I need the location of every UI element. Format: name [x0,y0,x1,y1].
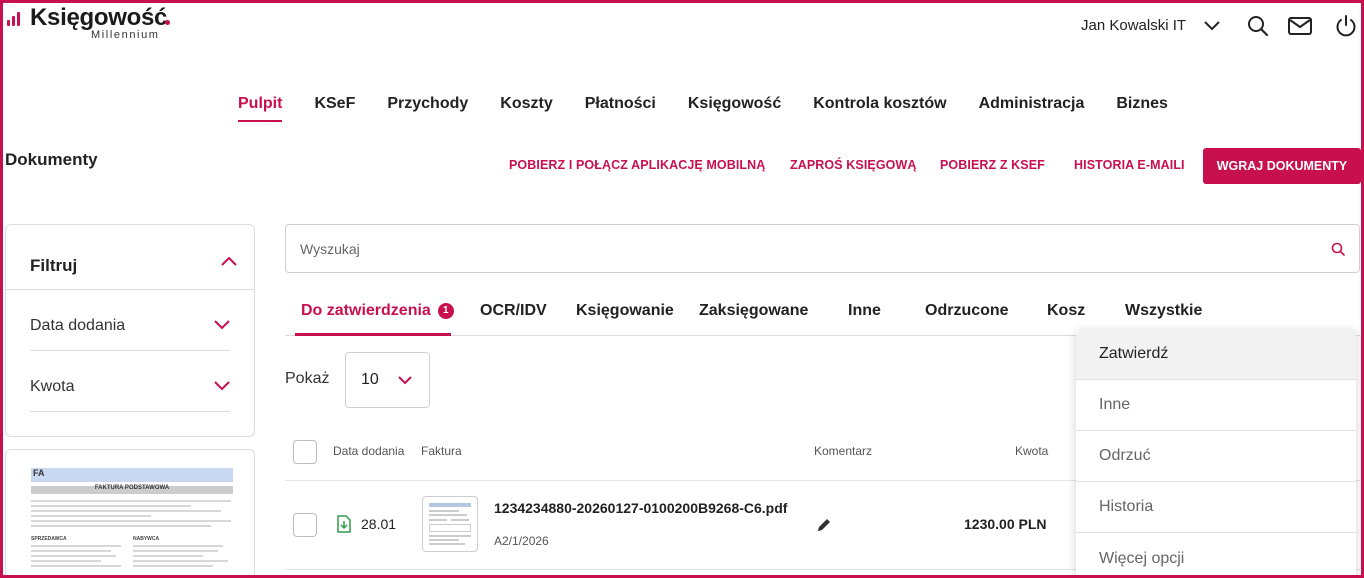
search-icon[interactable] [1330,241,1346,257]
page-size-value: 10 [361,371,379,388]
page-title: Dokumenty [5,150,98,169]
menu-item-more-options[interactable]: Więcej opcji [1076,533,1356,578]
nav-item-biznes[interactable]: Biznes [1116,95,1168,122]
active-tab-indicator [295,333,451,336]
select-all-checkbox[interactable] [293,440,317,464]
filter-title: Filtruj [30,256,78,275]
main-nav: Pulpit KSeF Przychody Koszty Płatności K… [238,95,1200,122]
menu-item-history[interactable]: Historia [1076,482,1356,533]
tab-label: Do zatwierdzenia [301,302,431,319]
invoice-filename[interactable]: 1234234880-20260127-0100200B9268-C6.pdf [494,500,787,516]
nav-item-ksiegowosc[interactable]: Księgowość [688,95,781,122]
tab-do-zatwierdzenia[interactable]: Do zatwierdzenia 1 [301,302,454,320]
preview-header-band [31,468,233,482]
preview-seller-label: SPRZEDAWCA [31,536,67,542]
column-header-amount[interactable]: Kwota [1015,444,1048,458]
tab-zaksiegowane[interactable]: Zaksięgowane [699,302,808,320]
preview-doc-title: FAKTURA PODSTAWOWA [94,485,170,491]
invoice-thumbnail[interactable] [422,496,478,552]
logo-subtitle: Millennium [91,29,160,41]
chevron-down-icon[interactable] [211,315,233,333]
power-icon[interactable] [1332,12,1360,40]
edit-pencil-icon[interactable] [815,516,833,534]
nav-item-platnosci[interactable]: Płatności [585,95,656,122]
menu-item-approve[interactable]: Zatwierdź [1076,329,1356,380]
logo-dot [165,20,170,25]
nav-item-pulpit[interactable]: Pulpit [238,95,283,122]
menu-item-reject[interactable]: Odrzuć [1076,431,1356,482]
preview-doc-code: FA [33,468,45,478]
search-icon[interactable] [1245,13,1271,39]
tab-inne[interactable]: Inne [848,302,881,320]
search-box[interactable] [285,224,1360,273]
download-ksef-link[interactable]: POBIERZ Z KSEF [940,158,1045,172]
page-size-select[interactable]: 10 [345,352,430,408]
nav-item-koszty[interactable]: Koszty [500,95,552,122]
row-checkbox[interactable] [293,513,317,537]
filter-divider [30,411,230,412]
filter-divider [6,289,254,290]
tab-ksiegowanie[interactable]: Księgowanie [576,302,674,320]
nav-item-przychody[interactable]: Przychody [387,95,468,122]
column-header-invoice[interactable]: Faktura [421,444,462,458]
filter-divider [30,350,230,351]
menu-item-other[interactable]: Inne [1076,380,1356,431]
page-size-label: Pokaż [285,370,330,387]
tab-kosz[interactable]: Kosz [1047,302,1085,320]
tab-odrzucone[interactable]: Odrzucone [925,302,1009,320]
upload-documents-button[interactable]: WGRAJ DOKUMENTY [1203,148,1361,184]
logo-brand[interactable]: Księgowość [30,4,167,32]
nav-item-kontrola-kosztow[interactable]: Kontrola kosztów [813,95,946,122]
chevron-up-icon[interactable] [218,252,240,270]
logo-bars-icon [7,12,23,26]
chevron-down-icon[interactable] [211,376,233,394]
email-history-link[interactable]: HISTORIA E-MAILI [1074,158,1185,172]
filter-amount-label[interactable]: Kwota [30,378,74,396]
tab-ocr-idv[interactable]: OCR/IDV [480,302,547,320]
preview-buyer-label: NABYWCA [133,536,160,542]
nav-item-administracja[interactable]: Administracja [979,95,1085,122]
filter-date-label[interactable]: Data dodania [30,317,125,335]
count-badge: 1 [437,302,454,319]
chevron-down-icon [396,373,414,387]
invoice-amount: 1230.00 PLN [964,516,1047,532]
search-input[interactable] [300,238,1280,260]
column-header-comment[interactable]: Komentarz [814,444,872,458]
column-header-date[interactable]: Data dodania [333,444,404,458]
row-actions-menu: Zatwierdź Inne Odrzuć Historia Więcej op… [1076,329,1356,578]
nav-item-ksef[interactable]: KSeF [314,95,355,122]
mail-icon[interactable] [1286,13,1314,39]
invoice-number: A2/1/2026 [494,534,549,548]
chevron-down-icon[interactable] [1200,14,1224,38]
row-date: 28.01 [361,516,397,532]
tab-wszystkie[interactable]: Wszystkie [1125,302,1202,320]
download-file-icon[interactable] [336,514,352,534]
user-name[interactable]: Jan Kowalski IT [1081,17,1186,34]
invite-accountant-link[interactable]: ZAPROŚ KSIĘGOWĄ [790,158,917,172]
document-preview[interactable]: FA FAKTURA PODSTAWOWA SPRZEDAWCA NABYWCA [5,449,255,578]
mobile-app-link[interactable]: POBIERZ I POŁĄCZ APLIKACJĘ MOBILNĄ [509,158,765,172]
